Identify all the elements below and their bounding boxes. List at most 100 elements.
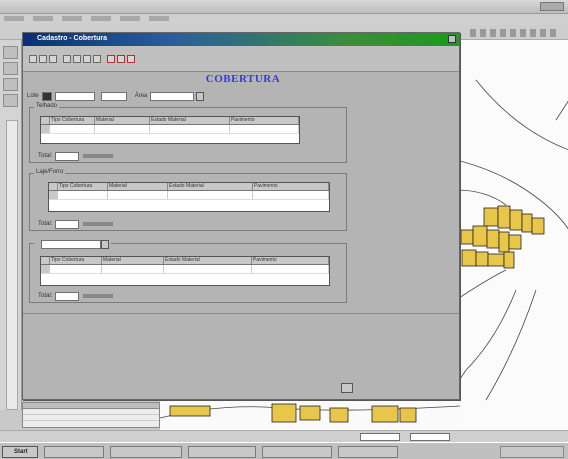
field2-input[interactable]	[100, 91, 127, 101]
save-icon[interactable]	[73, 55, 81, 63]
group3-total: Total:	[38, 291, 116, 301]
taskbar-item[interactable]	[262, 446, 332, 458]
cell[interactable]	[164, 265, 252, 273]
cell[interactable]	[102, 265, 164, 273]
field1-input[interactable]	[54, 91, 95, 101]
col-header: Material	[108, 183, 168, 190]
taskbar-item[interactable]	[44, 446, 104, 458]
prev-record-icon[interactable]	[39, 55, 47, 63]
cancel-icon[interactable]	[117, 55, 125, 63]
taskbar-item[interactable]	[188, 446, 256, 458]
total-unit	[83, 222, 114, 226]
cell[interactable]	[58, 191, 108, 199]
status-bar	[0, 430, 568, 442]
total-label: Total:	[38, 221, 53, 227]
rail-tool-button[interactable]	[3, 46, 18, 59]
dialog-title-bar[interactable]: Cadastro - Cobertura	[23, 33, 459, 46]
dialog-ok-button[interactable]	[341, 383, 353, 393]
cell[interactable]	[168, 191, 253, 199]
map-canvas-lower[interactable]	[160, 398, 460, 430]
group3-header	[34, 239, 111, 249]
cell[interactable]	[253, 191, 329, 199]
cell[interactable]	[50, 265, 102, 273]
dialog-heading: COBERTURA	[205, 73, 281, 85]
coordinate-field	[410, 433, 450, 441]
system-tray[interactable]	[500, 446, 564, 458]
grid-header: Tipo Cobertura Material Estado Material …	[49, 183, 329, 191]
telhado-grid[interactable]: Tipo Cobertura Material Estado Material …	[40, 116, 300, 144]
total-label: Total:	[38, 293, 53, 299]
col-header: Tipo Cobertura	[50, 117, 95, 124]
col-header: Pavimento	[252, 257, 329, 264]
cell[interactable]	[50, 125, 95, 133]
taskbar-item[interactable]	[338, 446, 398, 458]
menu-item[interactable]	[4, 16, 24, 21]
grid-header: Tipo Cobertura Material Estado Material …	[41, 117, 299, 125]
rail-tool-button[interactable]	[3, 62, 18, 75]
group3-dropdown-button[interactable]	[101, 239, 109, 249]
cell[interactable]	[230, 125, 299, 133]
col-header: Material	[95, 117, 150, 124]
print-icon[interactable]	[83, 55, 91, 63]
total-field	[55, 291, 80, 301]
taskbar-item[interactable]	[110, 446, 182, 458]
table-row[interactable]	[49, 191, 329, 200]
rail-tool-button[interactable]	[3, 94, 18, 107]
menu-item[interactable]	[91, 16, 111, 21]
close-icon[interactable]	[127, 55, 135, 63]
group-telhado: Telhado Tipo Cobertura Material Estado M…	[29, 103, 347, 163]
total-unit	[83, 154, 114, 158]
rail-tool-button[interactable]	[3, 78, 18, 91]
total-unit	[83, 294, 114, 298]
col-header: Pavimento	[253, 183, 329, 190]
total-label: Total:	[38, 153, 53, 159]
app-window-controls[interactable]	[540, 2, 564, 11]
col-header: Tipo Cobertura	[50, 257, 102, 264]
field3-dropdown-button[interactable]	[196, 91, 205, 101]
cell[interactable]	[150, 125, 230, 133]
app-toolbar-icons[interactable]	[470, 29, 560, 37]
attribute-list[interactable]	[22, 402, 160, 428]
telhado-total: Total:	[38, 151, 116, 161]
group-title: Laje/Forro	[34, 169, 66, 175]
laje-grid[interactable]: Tipo Cobertura Material Estado Material …	[48, 182, 330, 212]
col-header: Estado Material	[150, 117, 230, 124]
dialog-close-button[interactable]	[448, 35, 456, 43]
table-row[interactable]	[41, 125, 299, 134]
menu-item[interactable]	[62, 16, 82, 21]
first-record-icon[interactable]	[29, 55, 37, 63]
group-title: Telhado	[34, 103, 60, 109]
layer-list-panel[interactable]	[6, 120, 18, 410]
col-header: Pavimento	[230, 117, 299, 124]
new-record-icon[interactable]	[63, 55, 71, 63]
menu-item[interactable]	[33, 16, 53, 21]
map-drawing-lower	[160, 403, 460, 423]
group3-select[interactable]	[41, 239, 101, 249]
dialog-toolbar	[23, 46, 459, 72]
top-fields-row: Lote Área	[27, 91, 205, 101]
cell[interactable]	[95, 125, 150, 133]
cell[interactable]	[108, 191, 168, 199]
taskbar: Start	[0, 442, 568, 459]
field1-marker	[41, 91, 52, 101]
group-laje: Laje/Forro Tipo Cobertura Material Estad…	[29, 169, 347, 231]
start-button[interactable]: Start	[2, 446, 38, 458]
group3-grid[interactable]: Tipo Cobertura Material Estado Material …	[40, 256, 330, 286]
menu-item[interactable]	[120, 16, 140, 21]
col-header: Material	[102, 257, 164, 264]
table-row[interactable]	[41, 265, 329, 274]
cell[interactable]	[252, 265, 329, 273]
field3-input[interactable]	[150, 91, 195, 101]
dialog-title: Cadastro - Cobertura	[37, 35, 108, 42]
laje-total: Total:	[38, 219, 116, 229]
delete-icon[interactable]	[107, 55, 115, 63]
next-record-icon[interactable]	[49, 55, 57, 63]
map-canvas[interactable]	[455, 40, 568, 430]
group-other: Tipo Cobertura Material Estado Material …	[29, 239, 347, 303]
search-icon[interactable]	[93, 55, 101, 63]
menu-item[interactable]	[149, 16, 169, 21]
scale-field[interactable]	[360, 433, 400, 441]
app-menu-bar[interactable]	[0, 14, 568, 26]
app-title-bar	[0, 0, 568, 14]
col-header: Tipo Cobertura	[58, 183, 108, 190]
